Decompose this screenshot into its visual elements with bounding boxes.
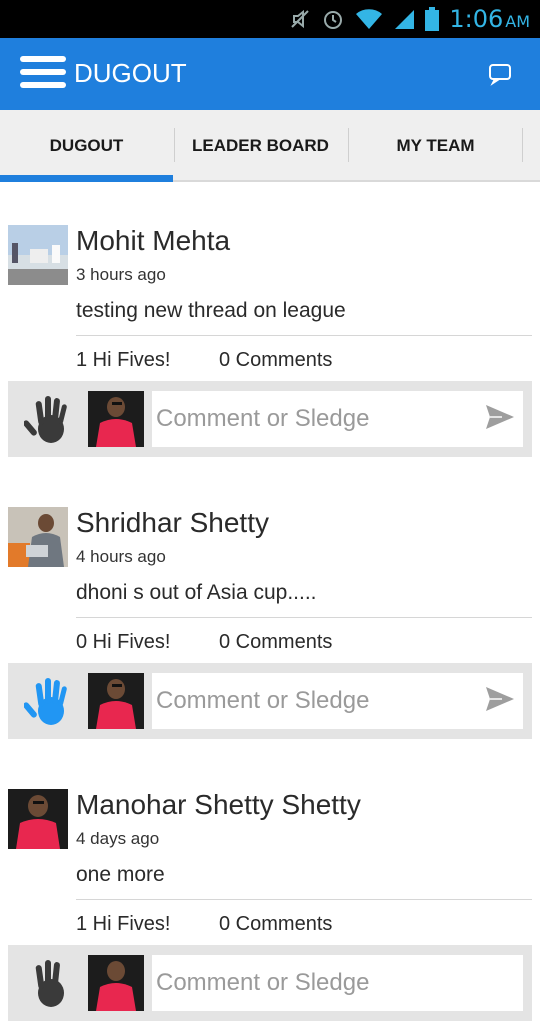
post-message: dhoni s out of Asia cup.....: [76, 581, 317, 604]
avatar[interactable]: [8, 507, 68, 567]
current-user-avatar: [88, 673, 144, 729]
tab-divider: [522, 128, 523, 162]
app-title: DUGOUT: [74, 58, 187, 88]
current-user-avatar: [88, 391, 144, 447]
status-icons: 1:06 AM: [289, 4, 530, 34]
post-message: testing new thread on league: [76, 299, 346, 322]
comments-count[interactable]: 0 Comments: [219, 349, 332, 372]
tab-my-team[interactable]: MY TEAM: [348, 110, 523, 182]
comment-input[interactable]: [152, 955, 523, 1011]
signal-icon: [395, 10, 415, 29]
comment-input[interactable]: [152, 391, 523, 447]
comment-bar: [8, 945, 532, 1021]
app-bar: DUGOUT: [0, 38, 540, 110]
comment-input[interactable]: [152, 673, 523, 729]
tab-leader-board[interactable]: LEADER BOARD: [173, 110, 348, 182]
mute-icon: [291, 9, 310, 29]
alarm-icon: [324, 11, 343, 29]
post-author[interactable]: Mohit Mehta: [76, 225, 230, 257]
comment-bar: [8, 381, 532, 457]
post-author[interactable]: Shridhar Shetty: [76, 507, 269, 539]
hand-print-icon[interactable]: [24, 957, 74, 1011]
hand-print-icon[interactable]: [24, 393, 74, 447]
post-time: 4 days ago: [76, 829, 160, 848]
comments-count[interactable]: 0 Comments: [219, 913, 332, 936]
hi-fives-count[interactable]: 0 Hi Fives!: [76, 631, 170, 654]
tab-dugout[interactable]: DUGOUT: [0, 110, 173, 182]
hi-fives-count[interactable]: 1 Hi Fives!: [76, 913, 170, 936]
chat-bubble-icon[interactable]: [488, 62, 512, 86]
avatar[interactable]: [8, 789, 68, 849]
avatar[interactable]: [8, 225, 68, 285]
wifi-icon: [356, 9, 383, 29]
active-tab-indicator: [0, 175, 173, 182]
post-time: 4 hours ago: [76, 547, 166, 566]
comments-count[interactable]: 0 Comments: [219, 631, 332, 654]
current-user-avatar: [88, 955, 144, 1011]
post-time: 3 hours ago: [76, 265, 166, 284]
hand-print-icon[interactable]: [24, 675, 74, 729]
status-bar: 1:06 AM: [0, 0, 540, 38]
send-icon[interactable]: [484, 683, 516, 715]
post-message: one more: [76, 863, 165, 886]
battery-icon: [425, 7, 440, 31]
hamburger-icon[interactable]: [20, 56, 66, 92]
divider: [76, 335, 532, 336]
post-author[interactable]: Manohar Shetty Shetty: [76, 789, 361, 821]
divider: [76, 899, 532, 900]
send-icon[interactable]: [484, 401, 516, 433]
tab-bar: DUGOUT LEADER BOARD MY TEAM: [0, 110, 540, 182]
clock: 1:06 AM: [449, 5, 530, 33]
divider: [76, 617, 532, 618]
hi-fives-count[interactable]: 1 Hi Fives!: [76, 349, 170, 372]
comment-bar: [8, 663, 532, 739]
